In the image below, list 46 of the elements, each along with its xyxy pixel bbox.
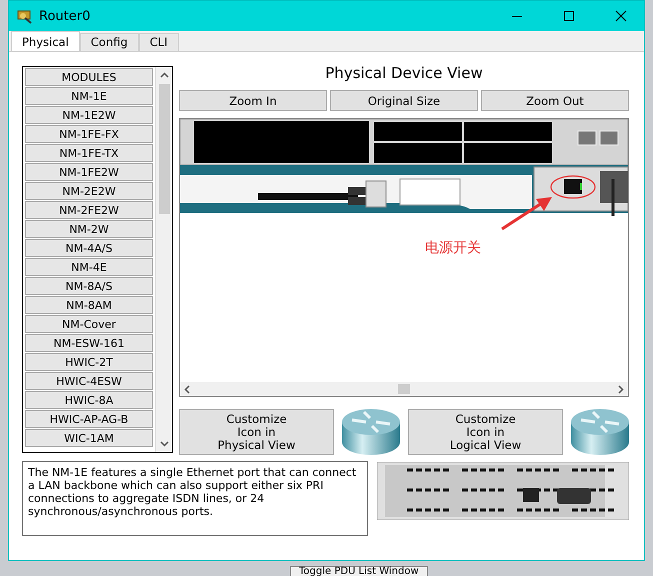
zoom-button[interactable]: Original Size	[330, 90, 478, 111]
module-item[interactable]: HWIC-4ESW	[25, 372, 153, 390]
customize-button[interactable]: Customize Icon in Logical View	[408, 409, 563, 455]
module-item[interactable]: HWIC-8A	[25, 391, 153, 409]
module-item[interactable]: NM-2W	[25, 220, 153, 238]
window-title: Router0	[39, 8, 92, 24]
module-item[interactable]: HWIC-2T	[25, 353, 153, 371]
module-item[interactable]: NM-1FE-TX	[25, 144, 153, 162]
scrollbar-thumb[interactable]	[398, 384, 410, 394]
router-app-icon	[17, 8, 33, 24]
module-item[interactable]: WIC-1AM	[25, 429, 153, 447]
module-item[interactable]: NM-1E2W	[25, 106, 153, 124]
highlight-ellipse	[550, 175, 596, 199]
list-header: MODULES	[25, 68, 153, 86]
module-item[interactable]: NM-2FE2W	[25, 201, 153, 219]
module-item[interactable]: NM-4A/S	[25, 239, 153, 257]
tab[interactable]: Physical	[11, 31, 80, 51]
scroll-right-icon[interactable]	[617, 384, 625, 394]
customize-button[interactable]: Customize Icon in Physical View	[179, 409, 334, 455]
tab[interactable]: Config	[80, 33, 139, 51]
module-item[interactable]: NM-Cover	[25, 315, 153, 333]
annotation-label: 电源开关	[425, 240, 481, 256]
toggle-pdu-button[interactable]: Toggle PDU List Window	[290, 566, 428, 576]
zoom-button[interactable]: Zoom Out	[481, 90, 629, 111]
module-item[interactable]: NM-1FE2W	[25, 163, 153, 181]
pointer-arrow	[501, 197, 552, 230]
scroll-left-icon[interactable]	[183, 384, 191, 394]
scroll-up-icon[interactable]	[160, 71, 168, 80]
module-item[interactable]: NM-8AM	[25, 296, 153, 314]
module-description: The NM-1E features a single Ethernet port that can connect a LAN backbone which can also support either six PRI connections to aggregate ISDN lines, or 24 synchronous/asynchronous ports.	[22, 461, 368, 536]
maximize-icon[interactable]	[563, 10, 575, 22]
scrollbar-thumb[interactable]	[158, 84, 170, 214]
router-icon	[569, 406, 631, 458]
zoom-button[interactable]: Zoom In	[179, 90, 327, 111]
router-icon	[340, 406, 402, 458]
tab[interactable]: CLI	[138, 33, 179, 51]
module-item[interactable]: NM-ESW-161	[25, 334, 153, 352]
module-item[interactable]: NM-4E	[25, 258, 153, 276]
module-item[interactable]: NM-8A/S	[25, 277, 153, 295]
view-title: Physical Device View	[324, 64, 484, 82]
module-item[interactable]: HWIC-AP-AG-B	[25, 410, 153, 428]
scroll-down-icon[interactable]	[160, 439, 168, 448]
module-item[interactable]: NM-1E	[25, 87, 153, 105]
close-icon[interactable]	[615, 10, 627, 22]
module-item[interactable]: NM-2E2W	[25, 182, 153, 200]
module-item[interactable]: NM-1FE-FX	[25, 125, 153, 143]
